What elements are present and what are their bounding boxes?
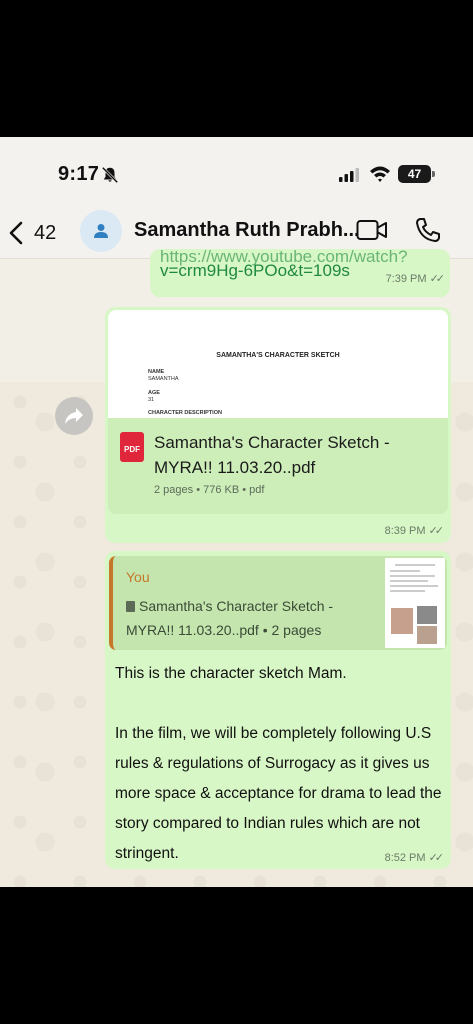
preview-age: 31 xyxy=(148,397,155,403)
message-paragraph: This is the character sketch Mam. xyxy=(115,665,347,682)
video-call-icon[interactable] xyxy=(356,218,388,242)
double-check-icon: ✓✓ xyxy=(429,273,446,285)
message-text: This is the character sketch Mam. In the… xyxy=(115,659,445,869)
quote-thumbnail xyxy=(385,558,445,648)
status-time: 9:17 xyxy=(58,163,100,185)
voice-call-icon[interactable] xyxy=(414,216,442,244)
document-filename[interactable]: Samantha's Character Sketch - MYRA!! 11.… xyxy=(154,430,434,480)
forward-button[interactable] xyxy=(55,397,93,435)
message-reply-bubble[interactable]: You Samantha's Character Sketch - MYRA!!… xyxy=(105,551,451,869)
double-check-icon: ✓✓ xyxy=(428,852,445,864)
message-time: 8:52 PM ✓✓ xyxy=(384,852,445,864)
bell-muted-icon xyxy=(101,166,119,184)
preview-age-label: AGE xyxy=(148,390,160,396)
contact-name[interactable]: Samantha Ruth Prabh... xyxy=(134,219,360,242)
message-paragraph: In the film, we will be completely follo… xyxy=(115,725,442,862)
signal-icon xyxy=(339,168,359,182)
document-meta: 2 pages • 776 KB • pdf xyxy=(154,484,265,496)
phone-screen: 9:17 47 42 Samantha Ruth Prabh... https:… xyxy=(0,137,473,887)
youtube-link[interactable]: v=crm9Hg-6POo&t=109s xyxy=(160,261,350,281)
preview-name: SAMANTHA xyxy=(148,376,179,382)
message-time: 8:39 PM ✓✓ xyxy=(384,525,445,537)
preview-desc-label: CHARACTER DESCRIPTION xyxy=(148,410,222,416)
chevron-left-icon xyxy=(9,221,23,245)
quoted-message[interactable]: You Samantha's Character Sketch - MYRA!!… xyxy=(109,556,447,650)
contact-avatar[interactable] xyxy=(80,210,122,252)
status-bar: 9:17 47 xyxy=(0,137,473,207)
quote-text: Samantha's Character Sketch - MYRA!! 11.… xyxy=(126,598,334,638)
chat-area[interactable]: https://www.youtube.com/watch? v=crm9Hg-… xyxy=(0,247,473,887)
quote-author: You xyxy=(126,569,150,585)
wifi-icon xyxy=(370,166,390,182)
share-arrow-icon xyxy=(65,408,83,424)
unread-count: 42 xyxy=(34,221,57,244)
double-check-icon: ✓✓ xyxy=(428,525,445,537)
document-info[interactable]: PDF Samantha's Character Sketch - MYRA!!… xyxy=(108,418,448,514)
preview-title: SAMANTHA'S CHARACTER SKETCH xyxy=(216,352,340,359)
person-icon xyxy=(94,224,108,238)
message-link-bubble[interactable]: https://www.youtube.com/watch? v=crm9Hg-… xyxy=(150,247,450,297)
message-document-bubble[interactable]: SAMANTHA'S CHARACTER SKETCH NAME SAMANTH… xyxy=(105,307,451,543)
document-preview[interactable]: SAMANTHA'S CHARACTER SKETCH NAME SAMANTH… xyxy=(108,310,448,418)
battery-indicator: 47 xyxy=(398,165,435,183)
pdf-file-icon: PDF xyxy=(120,432,144,462)
message-time: 7:39 PM ✓✓ xyxy=(385,273,446,285)
back-button[interactable]: 42 xyxy=(8,215,68,251)
preview-name-label: NAME xyxy=(148,369,165,375)
document-icon xyxy=(126,601,135,612)
